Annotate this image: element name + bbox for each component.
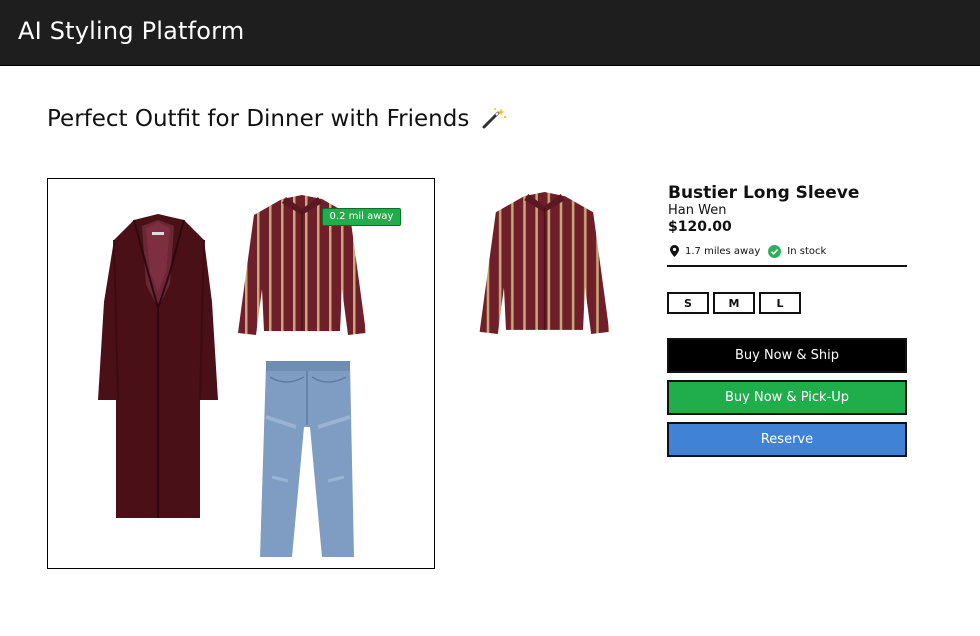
top-bar: AI Styling Platform [0, 0, 980, 66]
size-option-m[interactable]: M [713, 292, 755, 314]
magic-wand-icon [482, 108, 506, 129]
product-name: Bustier Long Sleeve [668, 183, 860, 203]
outfit-board: 0.2 mil away [47, 178, 435, 569]
product-distance: 1.7 miles away [685, 245, 761, 257]
product-brand: Han Wen [668, 203, 727, 218]
location-pin-icon [670, 245, 679, 257]
size-option-s[interactable]: S [667, 292, 709, 314]
check-circle-icon [768, 244, 782, 258]
buy-now-ship-button[interactable]: Buy Now & Ship [667, 338, 907, 373]
distance-badge: 0.2 mil away [322, 208, 401, 226]
page-title: Perfect Outfit for Dinner with Friends [47, 106, 507, 132]
divider [667, 265, 907, 267]
size-selector: S M L [667, 292, 801, 314]
availability-row: 1.7 miles away In stock [668, 244, 826, 258]
stock-status: In stock [787, 245, 827, 257]
size-option-l[interactable]: L [759, 292, 801, 314]
page-title-text: Perfect Outfit for Dinner with Friends [47, 106, 470, 132]
buy-now-pickup-button[interactable]: Buy Now & Pick-Up [667, 380, 907, 415]
jeans-image[interactable] [256, 357, 358, 562]
coat-image[interactable] [96, 212, 222, 522]
app-title: AI Styling Platform [18, 17, 245, 45]
product-price: $120.00 [668, 219, 732, 235]
reserve-button[interactable]: Reserve [667, 422, 907, 457]
product-image [479, 192, 610, 334]
